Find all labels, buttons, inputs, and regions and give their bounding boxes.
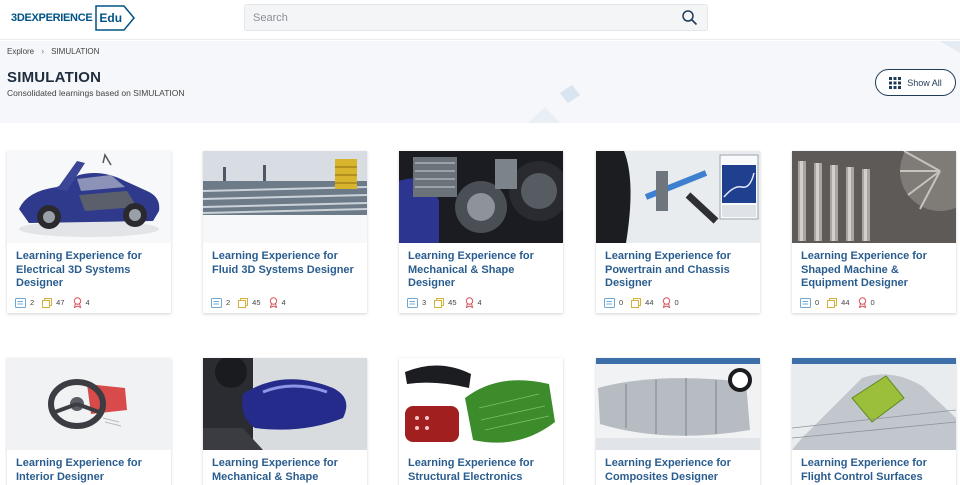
page-subtitle: Consolidated learnings based on SIMULATI…	[7, 88, 185, 98]
page-title: SIMULATION	[7, 69, 102, 86]
resources-value: 44	[841, 298, 850, 307]
chevron-right-icon: ›	[41, 46, 45, 56]
resources-count: 45	[434, 297, 457, 308]
course-card[interactable]: Learning Experience for Fluid 3D Systems…	[203, 151, 367, 313]
courses-value: 0	[815, 298, 820, 307]
badges-value: 4	[85, 298, 90, 307]
course-icon	[800, 297, 811, 308]
courses-value: 2	[30, 298, 35, 307]
card-title: Learning Experience for Fluid 3D Systems…	[212, 250, 354, 276]
award-icon	[465, 297, 473, 308]
card-title: Learning Experience for Mechanical & Sha…	[408, 250, 534, 289]
course-icon	[604, 297, 615, 308]
card-stats: 2 45 4	[211, 297, 294, 308]
search-icon[interactable]	[681, 9, 699, 27]
resources-icon	[238, 297, 249, 308]
card-stats: 2 47 4	[15, 297, 98, 308]
course-card[interactable]: Learning Experience for Powertrain and C…	[596, 151, 760, 313]
wing-surface-icon	[792, 358, 956, 450]
logo-text: 3DEXPERIENCE	[11, 12, 93, 24]
badges-value: 0	[674, 298, 679, 307]
motorcycle-engine-icon	[399, 151, 563, 243]
card-title: Learning Experience for Electrical 3D Sy…	[16, 250, 142, 289]
breadcrumb: Explore › SIMULATION	[7, 46, 99, 56]
course-card[interactable]: Learning Experience for Flight Control S…	[792, 358, 956, 485]
decorative-shapes-icon	[528, 41, 960, 123]
course-card[interactable]: Learning Experience for Shaped Machine &…	[792, 151, 956, 313]
search-input[interactable]	[253, 8, 653, 28]
course-icon	[211, 297, 222, 308]
award-icon	[269, 297, 277, 308]
card-title: Learning Experience for Mechanical & Sha…	[212, 457, 338, 483]
resources-count: 44	[827, 297, 850, 308]
resources-count: 44	[631, 297, 654, 308]
search-bar	[244, 4, 708, 31]
resources-value: 45	[448, 298, 457, 307]
refinery-pipes-icon	[203, 151, 367, 243]
turbine-blades-icon	[792, 151, 956, 243]
resources-icon	[827, 297, 838, 308]
course-card[interactable]: Learning Experience for Mechanical & Sha…	[399, 151, 563, 313]
resources-value: 44	[645, 298, 654, 307]
course-icon	[407, 297, 418, 308]
breadcrumb-explore[interactable]: Explore	[7, 47, 34, 56]
steering-wheel-icon	[7, 358, 171, 450]
card-stats: 0 44 0	[604, 297, 687, 308]
badges-count: 0	[858, 297, 875, 308]
page-header: Explore › SIMULATION SIMULATION Consolid…	[0, 41, 960, 123]
badges-value: 4	[281, 298, 286, 307]
courses-count: 0	[604, 297, 624, 308]
award-icon	[73, 297, 81, 308]
courses-count: 0	[800, 297, 820, 308]
badges-count: 0	[662, 297, 679, 308]
resources-value: 47	[56, 298, 65, 307]
show-all-label: Show All	[907, 77, 942, 88]
card-stats: 3 45 4	[407, 297, 490, 308]
resources-count: 47	[42, 297, 65, 308]
award-icon	[662, 297, 670, 308]
suspension-graph-icon	[596, 151, 760, 243]
resources-count: 45	[238, 297, 261, 308]
fuselage-cad-icon	[596, 358, 760, 450]
courses-count: 3	[407, 297, 427, 308]
card-title: Learning Experience for Flight Control S…	[801, 457, 927, 483]
motorcycle-tank-icon	[203, 358, 367, 450]
card-title: Learning Experience for Shaped Machine &…	[801, 250, 927, 289]
courses-count: 2	[211, 297, 231, 308]
card-title: Learning Experience for Structural Elect…	[408, 457, 534, 483]
grid-icon	[889, 76, 902, 89]
course-card[interactable]: Learning Experience for Composites Desig…	[596, 358, 760, 485]
resources-icon	[42, 297, 53, 308]
courses-value: 3	[422, 298, 427, 307]
courses-value: 0	[619, 298, 624, 307]
resources-icon	[434, 297, 445, 308]
card-title: Learning Experience for Powertrain and C…	[605, 250, 731, 289]
resources-icon	[631, 297, 642, 308]
show-all-button[interactable]: Show All	[875, 69, 956, 96]
badges-value: 4	[477, 298, 482, 307]
card-title: Learning Experience for Composites Desig…	[605, 457, 731, 483]
course-icon	[15, 297, 26, 308]
breadcrumb-current: SIMULATION	[51, 46, 100, 56]
course-card[interactable]: Learning Experience for Structural Elect…	[399, 358, 563, 485]
card-stats: 0 44 0	[800, 297, 883, 308]
top-bar: 3DEXPERIENCE Edu	[0, 0, 960, 40]
badges-value: 0	[870, 298, 875, 307]
card-title: Learning Experience for Interior Designe…	[16, 457, 142, 483]
app-logo[interactable]: 3DEXPERIENCE Edu	[11, 3, 136, 33]
logo-badge-text: Edu	[99, 11, 123, 25]
courses-count: 2	[15, 297, 35, 308]
course-card[interactable]: Learning Experience for Mechanical & Sha…	[203, 358, 367, 485]
award-icon	[858, 297, 866, 308]
electronic-panels-icon	[399, 358, 563, 450]
courses-value: 2	[226, 298, 231, 307]
resources-value: 45	[252, 298, 261, 307]
logo-badge: Edu	[94, 4, 136, 32]
badges-count: 4	[269, 297, 286, 308]
car-cutaway-icon	[7, 151, 171, 243]
course-card[interactable]: Learning Experience for Interior Designe…	[7, 358, 171, 485]
badges-count: 4	[465, 297, 482, 308]
badges-count: 4	[73, 297, 90, 308]
course-card[interactable]: Learning Experience for Electrical 3D Sy…	[7, 151, 171, 313]
